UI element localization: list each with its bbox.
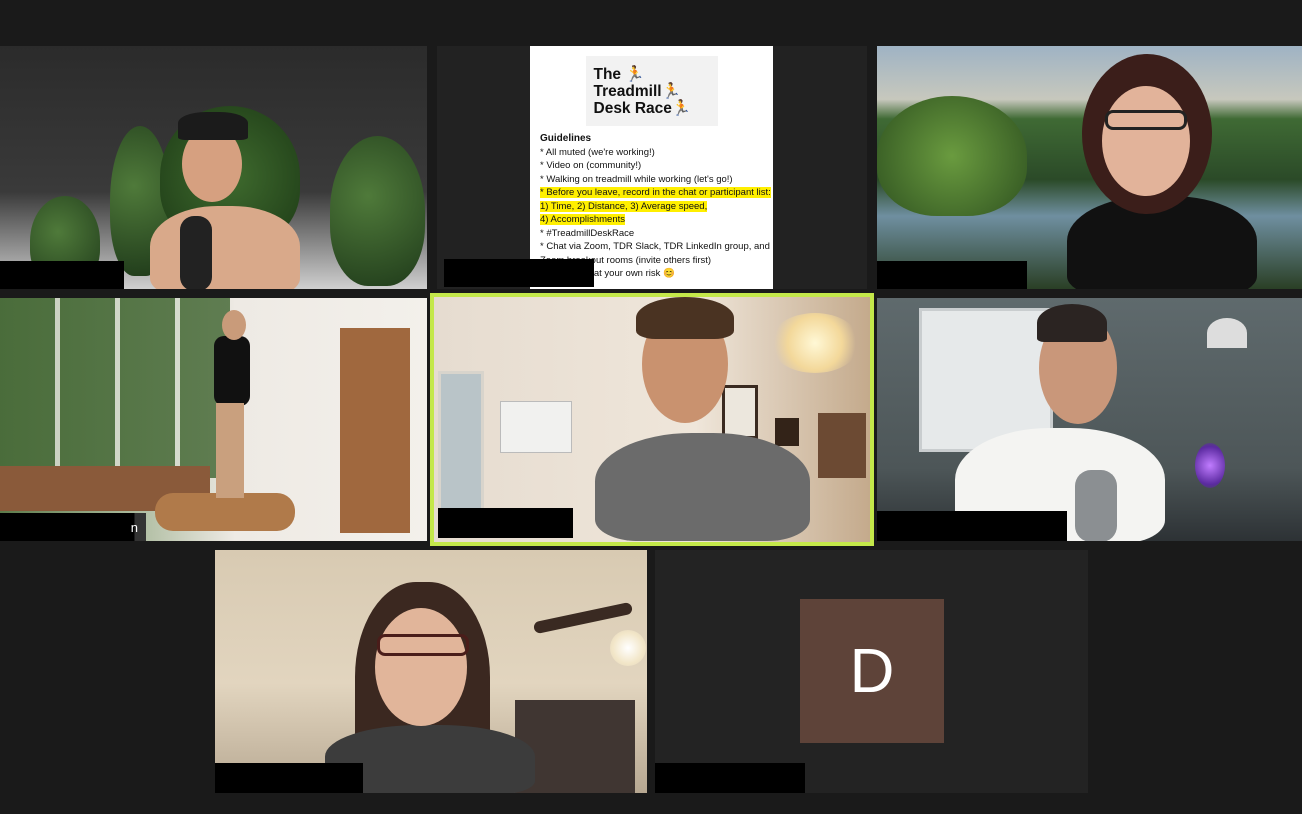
person-legs [216, 403, 244, 498]
avatar: D [800, 599, 944, 743]
frame-image [818, 413, 866, 478]
frame-image [775, 418, 799, 446]
person-body [595, 433, 810, 541]
person-body [214, 336, 250, 406]
logo-line: Desk Race🏃 [593, 99, 692, 117]
person-head [375, 608, 467, 726]
slide-highlight: 1) Time, 2) Distance, 3) Average speed, [540, 200, 708, 212]
participant-name-label [877, 511, 1067, 541]
slide-line: * Video on (community!) [540, 160, 642, 171]
participant-name-label [215, 763, 363, 793]
participant-name-label [0, 261, 124, 289]
person-head [222, 310, 246, 340]
door-image [340, 328, 410, 533]
person-hair [1037, 304, 1107, 342]
lamp-image [1207, 318, 1247, 348]
participant-video-tile[interactable] [215, 550, 647, 793]
active-speaker-tile[interactable] [430, 293, 874, 546]
window-image [438, 371, 484, 517]
slide-line: 1) Time, 2) Distance, 3) Average speed, [540, 200, 763, 214]
logo-line: Treadmill🏃 [593, 82, 681, 100]
screen-share-tile[interactable]: The 🏃 Treadmill🏃 Desk Race🏃 Guidelines *… [437, 46, 867, 289]
lamp-image [770, 313, 860, 373]
microphone-image [1075, 470, 1117, 541]
slide-heading: Guidelines [540, 133, 592, 144]
person-hair [636, 297, 734, 339]
slide-line: * Chat via Zoom, TDR Slack, TDR LinkedIn… [540, 241, 770, 252]
slide-highlight: 4) Accomplishments [540, 214, 626, 225]
participant-name-label [438, 508, 573, 538]
plant-image [330, 136, 425, 286]
person-head [1102, 86, 1190, 196]
slide-highlight: * Before you leave, record in the chat o… [540, 187, 771, 198]
participant-name-label [444, 259, 594, 287]
shared-slide: The 🏃 Treadmill🏃 Desk Race🏃 Guidelines *… [530, 46, 773, 289]
participant-name-label: n [0, 513, 146, 541]
cap-image [178, 112, 248, 140]
air-conditioner-image [500, 401, 572, 453]
participant-video-tile[interactable] [877, 298, 1302, 541]
slide-line: * All muted (we're working!) [540, 146, 655, 158]
glasses-image [1105, 110, 1187, 130]
frame-image [722, 385, 758, 439]
participant-name-label [877, 261, 1027, 289]
window-image [0, 298, 230, 478]
participant-video-tile[interactable] [877, 46, 1302, 289]
microphone-image [180, 216, 212, 289]
slide-line: 4) Accomplishments [540, 213, 763, 227]
glasses-image [377, 634, 469, 656]
logo-line: The 🏃 [593, 65, 645, 83]
light-image [610, 630, 646, 666]
slide-line: * Walking on treadmill while working (le… [540, 173, 733, 185]
participant-video-tile[interactable] [0, 46, 427, 289]
participant-name-label [655, 763, 805, 793]
slide-logo: The 🏃 Treadmill🏃 Desk Race🏃 [585, 56, 718, 126]
purple-light-image [1195, 443, 1225, 488]
slide-line: * #TreadmillDeskRace [540, 227, 635, 239]
participant-video-tile[interactable]: n [0, 298, 427, 541]
person-body [150, 206, 300, 289]
treadmill-image [155, 493, 295, 531]
slide-line: * Before you leave, record in the chat o… [540, 186, 771, 200]
trees-image [877, 96, 1027, 216]
